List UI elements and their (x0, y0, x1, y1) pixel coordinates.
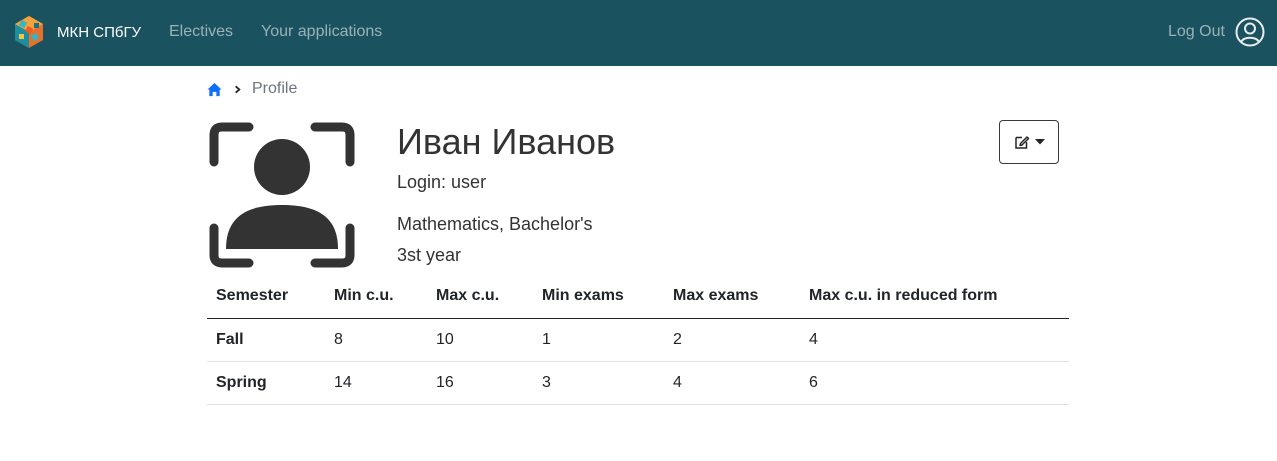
table-cell-semester: Spring (207, 361, 325, 405)
edit-dropdown-button[interactable] (999, 120, 1059, 164)
chevron-right-icon (235, 85, 241, 93)
brand[interactable]: МКН СПбГУ (11, 13, 141, 51)
table-cell: 10 (427, 318, 533, 362)
table-cell: 4 (664, 361, 800, 405)
table-cell: 4 (800, 318, 1069, 362)
table-header-max-cu-reduced: Max c.u. in reduced form (800, 275, 1069, 319)
table-header-min-exams: Min exams (533, 275, 664, 319)
table-cell: 6 (800, 361, 1069, 405)
nav-link-your-applications[interactable]: Your applications (261, 22, 382, 41)
profile-year: 3st year (397, 245, 462, 265)
table-row: Spring 14 16 3 4 6 (207, 361, 1069, 405)
brand-logo-icon (15, 16, 43, 48)
breadcrumb: Profile (207, 79, 297, 99)
navbar: МКН СПбГУ Electives Your applications Lo… (0, 0, 1277, 66)
pencil-square-icon (1014, 136, 1029, 149)
home-icon[interactable] (207, 82, 222, 97)
table-cell: 16 (427, 361, 533, 405)
profile-program: Mathematics, Bachelor's (397, 214, 593, 234)
brand-name: МКН СПбГУ (57, 23, 142, 41)
table-header-row: Semester Min c.u. Max c.u. Min exams Max… (207, 275, 1069, 319)
table-cell: 8 (325, 318, 427, 362)
logout-link[interactable]: Log Out (1168, 22, 1225, 41)
breadcrumb-current: Profile (252, 80, 298, 97)
user-circle-icon[interactable] (1235, 17, 1265, 47)
table-cell: 2 (664, 318, 800, 362)
table-cell: 3 (533, 361, 664, 405)
limits-table: Semester Min c.u. Max c.u. Min exams Max… (207, 275, 1069, 405)
table-header-min-cu: Min c.u. (325, 275, 427, 319)
table-cell: 14 (325, 361, 427, 405)
person-scan-icon (209, 122, 355, 268)
table-header-semester: Semester (207, 275, 325, 319)
table-cell: 1 (533, 318, 664, 362)
table-row: Fall 8 10 1 2 4 (207, 318, 1069, 362)
table-header-max-exams: Max exams (664, 275, 800, 319)
profile-name: Иван Иванов (397, 121, 616, 162)
profile-login: Login: user (397, 172, 487, 192)
table-header-max-cu: Max c.u. (427, 275, 533, 319)
nav-link-electives[interactable]: Electives (169, 22, 233, 41)
caret-down-icon (1034, 139, 1045, 145)
table-cell-semester: Fall (207, 318, 325, 362)
